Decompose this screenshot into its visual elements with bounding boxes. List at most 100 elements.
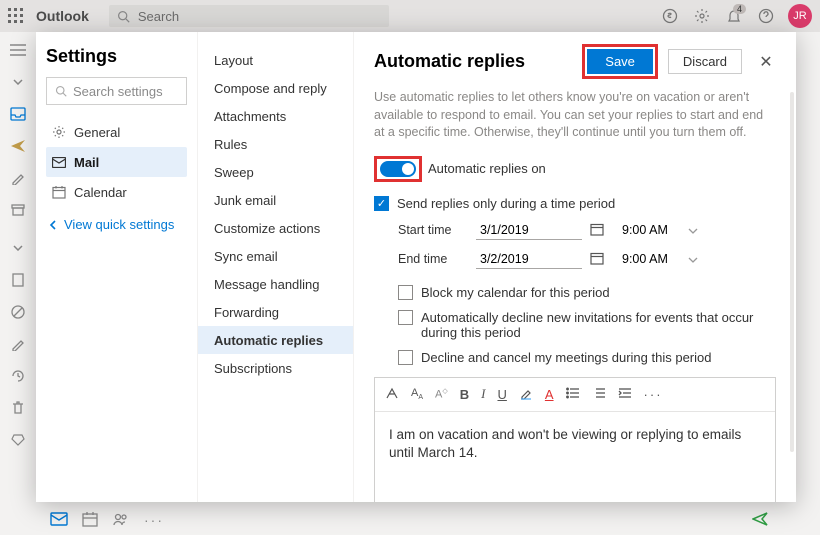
end-time-input[interactable] [622,252,682,266]
nav-mail-label: Mail [74,155,99,170]
underline-button[interactable]: U [497,387,506,402]
save-button[interactable]: Save [587,49,653,74]
rail-sent-icon[interactable] [8,136,28,156]
bold-button[interactable]: B [460,387,469,402]
start-date-input[interactable] [476,221,582,240]
italic-button[interactable]: I [481,386,485,402]
nav-calendar-label: Calendar [74,185,127,200]
app-launcher-icon[interactable] [8,8,24,24]
subnav-message-handling[interactable]: Message handling [198,270,353,298]
chevron-down-icon[interactable] [688,252,698,266]
app-name: Outlook [36,8,89,24]
help-icon[interactable] [752,2,780,30]
mail-icon [52,157,66,168]
rail-archive-icon[interactable] [8,200,28,220]
subnav-compose[interactable]: Compose and reply [198,74,353,102]
settings-title: Settings [46,46,187,67]
settings-panel: Automatic replies Save Discard ✕ Use aut… [354,32,796,502]
search-icon [55,85,67,97]
gear-icon [52,125,66,139]
rail-block-icon[interactable] [8,302,28,322]
quick-settings-label: View quick settings [64,217,174,232]
rail-diamond-icon[interactable] [8,430,28,450]
scrollbar[interactable] [790,92,794,452]
subnav-junk[interactable]: Junk email [198,186,353,214]
bottom-calendar-icon[interactable] [82,511,98,530]
rail-chevron-down-icon-2[interactable] [8,238,28,258]
nav-general[interactable]: General [46,117,187,147]
bottom-send-icon[interactable] [752,512,768,529]
numbered-list-icon[interactable] [592,387,606,402]
nav-calendar[interactable]: Calendar [46,177,187,207]
subnav-customize[interactable]: Customize actions [198,214,353,242]
rail-drafts-icon[interactable] [8,168,28,188]
search-placeholder: Search [138,9,179,24]
start-time-input[interactable] [622,223,682,237]
chevron-down-icon[interactable] [688,223,698,237]
bottom-more-icon[interactable]: ··· [144,512,164,528]
panel-description: Use automatic replies to let others know… [374,89,776,142]
rail-menu-icon[interactable] [8,40,28,60]
font-size-increase-icon[interactable]: AA [411,387,423,401]
highlight-toggle [374,156,422,182]
calendar-picker-icon[interactable] [590,251,604,268]
search-icon [117,10,130,23]
highlight-icon[interactable] [519,386,533,403]
time-period-checkbox[interactable]: ✓ [374,196,389,211]
close-button[interactable]: ✕ [756,52,776,72]
rail-edit-icon[interactable] [8,334,28,354]
auto-replies-toggle[interactable] [380,161,416,177]
decline-invites-checkbox[interactable] [398,310,413,325]
user-avatar[interactable]: JR [788,4,812,28]
rail-chevron-down-icon[interactable] [8,72,28,92]
subnav-sync[interactable]: Sync email [198,242,353,270]
font-color-icon[interactable]: A [545,387,554,402]
settings-modal: Settings Search settings General Mail Ca… [36,32,796,502]
rail-trash-icon[interactable] [8,398,28,418]
end-time-label: End time [398,252,476,266]
subnav-automatic-replies[interactable]: Automatic replies [198,326,353,354]
start-time-label: Start time [398,223,476,237]
reply-message-textarea[interactable]: I am on vacation and won't be viewing or… [375,412,775,502]
chevron-left-icon [48,220,58,230]
settings-gear-icon[interactable] [688,2,716,30]
nav-general-label: General [74,125,120,140]
subnav-layout[interactable]: Layout [198,46,353,74]
settings-sidebar: Settings Search settings General Mail Ca… [36,32,198,502]
rail-history-icon[interactable] [8,366,28,386]
app-header: Outlook Search 4 JR [0,0,820,32]
skype-icon[interactable] [656,2,684,30]
format-painter-icon[interactable] [385,386,399,403]
indent-icon[interactable] [618,387,632,402]
subnav-sweep[interactable]: Sweep [198,158,353,186]
cancel-meetings-checkbox[interactable] [398,350,413,365]
calendar-icon [52,185,66,199]
notifications-icon[interactable]: 4 [720,2,748,30]
editor-toolbar: AA A◇ B I U A ··· [375,378,775,412]
panel-title: Automatic replies [374,51,582,72]
subnav-forwarding[interactable]: Forwarding [198,298,353,326]
block-calendar-label: Block my calendar for this period [421,285,610,300]
highlight-save: Save [582,44,658,79]
bottom-mail-icon[interactable] [50,512,68,529]
reply-editor: AA A◇ B I U A ··· I am on vacation and w… [374,377,776,503]
bullet-list-icon[interactable] [566,387,580,402]
font-size-decrease-icon[interactable]: A◇ [435,387,448,401]
end-date-input[interactable] [476,250,582,269]
rail-notes-icon[interactable] [8,270,28,290]
bottom-people-icon[interactable] [112,512,130,529]
nav-mail[interactable]: Mail [46,147,187,177]
subnav-rules[interactable]: Rules [198,130,353,158]
decline-invites-label: Automatically decline new invitations fo… [421,310,776,340]
settings-search[interactable]: Search settings [46,77,187,105]
block-calendar-checkbox[interactable] [398,285,413,300]
view-quick-settings-link[interactable]: View quick settings [46,217,187,232]
subnav-attachments[interactable]: Attachments [198,102,353,130]
global-search[interactable]: Search [109,5,389,27]
calendar-picker-icon[interactable] [590,222,604,239]
subnav-subscriptions[interactable]: Subscriptions [198,354,353,382]
rail-inbox-icon[interactable] [8,104,28,124]
more-formatting-icon[interactable]: ··· [644,387,663,402]
discard-button[interactable]: Discard [668,49,742,74]
cancel-meetings-label: Decline and cancel my meetings during th… [421,350,712,365]
